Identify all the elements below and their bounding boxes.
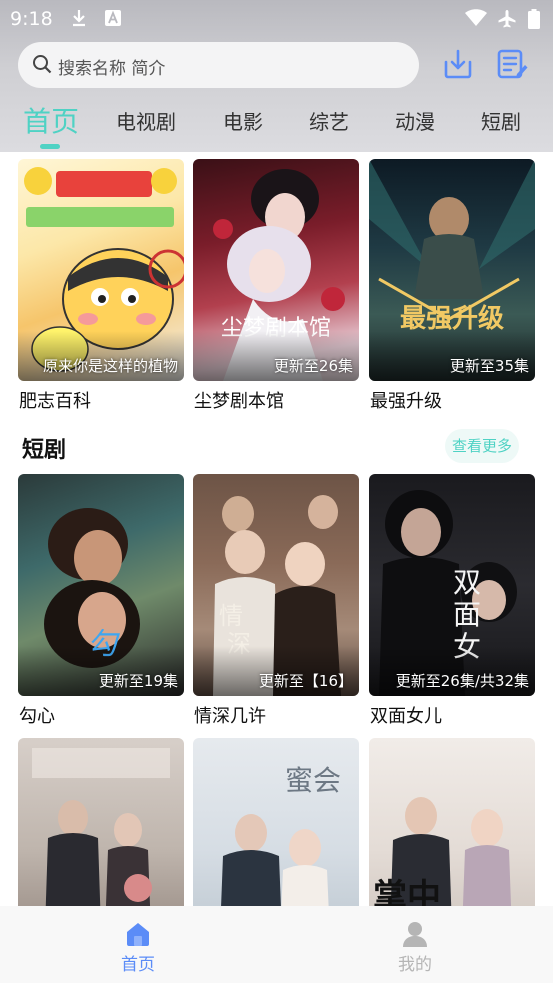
card-title: 最强升级 <box>370 391 442 412</box>
download-icon <box>441 49 475 85</box>
tab-home[interactable]: 首页 <box>23 100 79 140</box>
poster-image: 蜜会 <box>193 738 359 906</box>
video-card[interactable]: 尘梦剧本馆 更新至26集 尘梦剧本馆 <box>193 159 359 412</box>
nav-profile-label: 我的 <box>398 955 432 975</box>
video-card[interactable]: 勾 更新至19集 勾心 <box>18 474 184 727</box>
poster-image: 情 深 更新至【16】 <box>193 474 359 696</box>
search-placeholder: 搜索名称 简介 <box>58 59 166 79</box>
category-tabs: 首页 电视剧 电影 综艺 动漫 短剧 <box>0 96 553 150</box>
download-icon <box>70 9 88 31</box>
poster-image: 尘梦剧本馆 更新至26集 <box>193 159 359 381</box>
card-title: 肥志百科 <box>19 391 91 412</box>
poster-image: 勾 更新至19集 <box>18 474 184 696</box>
tab-movies[interactable]: 电影 <box>223 106 263 135</box>
episode-badge: 更新至35集 <box>449 357 529 375</box>
battery-icon <box>528 9 540 33</box>
svg-text:掌中: 掌中 <box>373 877 441 906</box>
a-letter-icon <box>104 9 122 31</box>
svg-text:双: 双 <box>453 566 481 599</box>
video-card[interactable] <box>18 738 184 906</box>
history-button[interactable] <box>495 47 529 81</box>
nav-home-label: 首页 <box>121 955 155 975</box>
header-area: 9:18 搜索名称 简介 首页 电视剧 电影 综艺 动漫 短剧 <box>0 0 553 152</box>
svg-text:最强升级: 最强升级 <box>400 303 504 334</box>
poster-image: 掌中 <box>369 738 535 906</box>
status-time: 9:18 <box>10 8 53 30</box>
status-bar: 9:18 <box>0 0 553 36</box>
airplane-mode-icon <box>497 9 517 33</box>
profile-icon <box>401 920 429 952</box>
search-icon <box>32 54 52 78</box>
bottom-navigation: 首页 我的 <box>0 906 553 983</box>
episode-badge: 更新至【16】 <box>258 672 353 690</box>
episode-badge: 更新至26集/共32集 <box>395 672 529 690</box>
tab-anime[interactable]: 动漫 <box>395 106 435 135</box>
search-input[interactable]: 搜索名称 简介 <box>18 42 419 88</box>
poster-image: 最强升级 更新至35集 <box>369 159 535 381</box>
active-tab-indicator <box>40 144 60 149</box>
card-title: 双面女儿 <box>370 706 442 727</box>
svg-text:情: 情 <box>219 602 243 630</box>
wifi-icon <box>464 9 488 31</box>
episode-badge: 原来你是这样的植物 <box>42 357 178 375</box>
video-card[interactable]: 掌中 <box>369 738 535 906</box>
card-title: 情深几许 <box>194 706 266 727</box>
nav-home[interactable]: 首页 <box>98 906 178 983</box>
episode-badge: 更新至26集 <box>273 357 353 375</box>
tab-tv-series[interactable]: 电视剧 <box>116 106 176 135</box>
section-title-short-drama: 短剧 <box>22 438 67 463</box>
video-card[interactable]: 最强升级 更新至35集 最强升级 <box>369 159 535 412</box>
tab-variety[interactable]: 综艺 <box>309 106 349 135</box>
card-title: 尘梦剧本馆 <box>194 391 284 412</box>
history-list-icon <box>495 49 529 85</box>
poster-image: 双 面 女 更新至26集/共32集 <box>369 474 535 696</box>
svg-text:蜜会: 蜜会 <box>285 764 341 797</box>
video-card[interactable]: 双 面 女 更新至26集/共32集 双面女儿 <box>369 474 535 727</box>
poster-image <box>18 738 184 906</box>
tab-short-drama[interactable]: 短剧 <box>481 106 521 135</box>
video-card[interactable]: 情 深 更新至【16】 情深几许 <box>193 474 359 727</box>
nav-profile[interactable]: 我的 <box>375 906 455 983</box>
home-feed: 原来你是这样的植物 肥志百科 尘梦剧本馆 更新至26集 尘梦剧本馆 最强升级 更… <box>0 152 553 906</box>
poster-image: 原来你是这样的植物 <box>18 159 184 381</box>
view-more-button[interactable]: 查看更多 <box>445 429 519 463</box>
video-card[interactable]: 原来你是这样的植物 肥志百科 <box>18 159 184 412</box>
video-card[interactable]: 蜜会 <box>193 738 359 906</box>
svg-text:面: 面 <box>453 598 481 631</box>
download-button[interactable] <box>441 47 475 81</box>
episode-badge: 更新至19集 <box>98 672 178 690</box>
home-icon <box>124 920 152 952</box>
card-title: 勾心 <box>19 706 55 727</box>
